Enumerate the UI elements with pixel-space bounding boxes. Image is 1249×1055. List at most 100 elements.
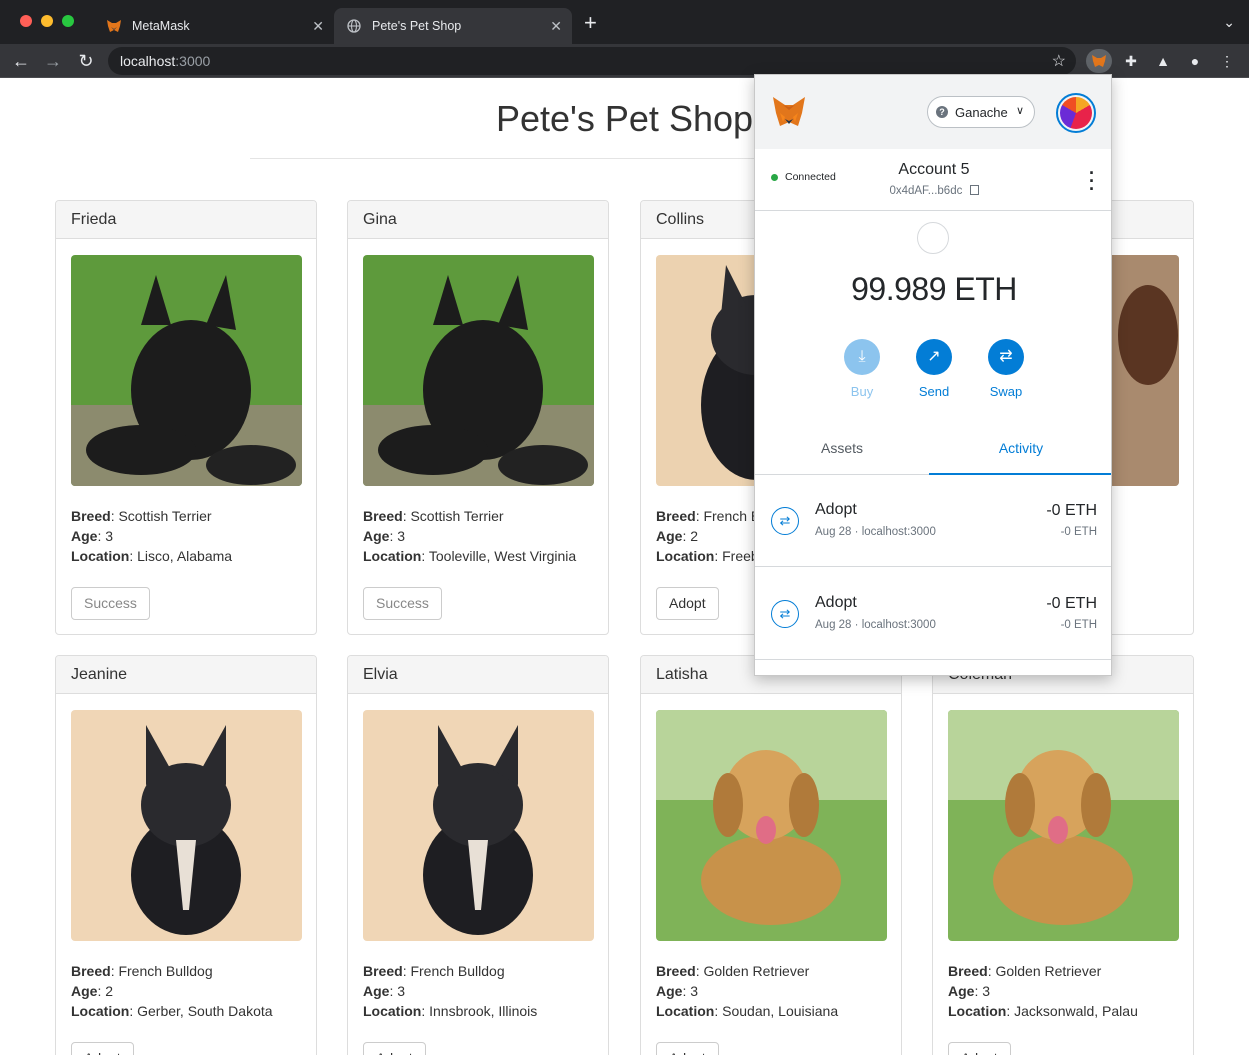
location-label: Location [656, 548, 715, 564]
location-value: Gerber, South Dakota [137, 1003, 273, 1019]
address-bar[interactable]: i localhost:3000 ☆ [108, 47, 1076, 366]
tab-title: Pete's Pet Shop [372, 19, 462, 33]
close-tab-icon[interactable]: ✕ [550, 18, 562, 34]
wallet-tabs: Assets Activity [755, 429, 1111, 475]
metamask-fox-icon [773, 97, 805, 126]
new-tab-plus-icon[interactable]: + [584, 12, 597, 34]
breed-label: Breed [363, 963, 403, 979]
location-label: Location [363, 548, 422, 564]
adopt-button[interactable]: Adopt [948, 1042, 1011, 1055]
send-button[interactable]: ↗ Send [909, 339, 959, 399]
activity-item[interactable]: ⇄ Adopt Aug 28 · localhost:3000 -0 ETH -… [755, 568, 1111, 660]
copy-icon [969, 185, 979, 195]
swap-icon: ⇄ [988, 339, 1024, 375]
adopt-button[interactable]: Adopt [363, 1042, 426, 1055]
maximize-window-button[interactable] [62, 15, 74, 27]
activity-amount-secondary: -0 ETH [1060, 526, 1097, 538]
account-address[interactable]: 0x4dAF...b6dc [755, 185, 1111, 197]
address-text: 0x4dAF...b6dc [889, 185, 963, 197]
tab-assets[interactable]: Assets [755, 429, 929, 475]
url-host: localhost [120, 53, 176, 69]
breed-label: Breed [71, 963, 111, 979]
pet-card: Latisha Breed: Golden Retriever Age: 3 L… [640, 655, 902, 1055]
browser-toolbar: ← → ↻ i localhost:3000 ☆ ✚ ▲ ● ⋮ [0, 44, 1249, 366]
minimize-window-button[interactable] [41, 15, 53, 27]
extensions-puzzle-icon[interactable]: ✚ [1118, 49, 1144, 73]
metamask-popup: ? Ganache ∨ Connected Account 5 0x4dAF..… [754, 74, 1112, 676]
metamask-fox-icon [106, 18, 122, 34]
metamask-header: ? Ganache ∨ [755, 75, 1111, 149]
adopt-button[interactable]: Success [363, 587, 442, 620]
location-label: Location [71, 548, 130, 564]
activity-title: Adopt [815, 594, 857, 611]
pet-card: Jeanine Breed: French Bulldog Age: 2 Loc… [55, 655, 317, 1055]
pet-card: Elvia Breed: French Bulldog Age: 3 Locat… [347, 655, 609, 1055]
adopt-button[interactable]: Adopt [656, 587, 719, 620]
tab-metamask[interactable]: MetaMask ✕ [94, 8, 334, 44]
adopt-button[interactable]: Adopt [71, 1042, 134, 1055]
tab-activity[interactable]: Activity [929, 429, 1111, 475]
swap-button[interactable]: ⇄ Swap [981, 339, 1031, 399]
forward-arrow-icon[interactable]: → [42, 50, 64, 72]
location-label: Location [656, 1003, 715, 1019]
pet-card: Gina Breed: Scottish Terrier Age: 3 Loca… [347, 200, 609, 635]
close-window-button[interactable] [20, 15, 32, 27]
close-tab-icon[interactable]: ✕ [312, 18, 324, 34]
activity-title: Adopt [815, 501, 857, 518]
pet-info: Breed: French B Age: 2 Location: Freeb [656, 508, 761, 564]
breed-value: Scottish Terrier [118, 508, 212, 524]
network-name: Ganache [955, 104, 1008, 120]
account-options-icon[interactable]: · · · [1089, 164, 1095, 198]
send-arrow-icon: ↗ [916, 339, 952, 375]
age-label: Age [656, 528, 683, 544]
breed-value: Golden Retriever [995, 963, 1102, 979]
location-value: Lisco, Alabama [137, 548, 233, 564]
age-value: 2 [690, 528, 699, 544]
bookmark-star-icon[interactable]: ☆ [1052, 51, 1066, 71]
pet-name: Frieda [56, 201, 316, 239]
question-icon: ? [936, 106, 948, 118]
tab-petes-pet-shop[interactable]: Pete's Pet Shop ✕ [334, 8, 572, 44]
tab-title: MetaMask [132, 19, 190, 33]
network-selector[interactable]: ? Ganache ∨ [927, 96, 1035, 128]
age-value: 3 [397, 983, 406, 999]
breed-label: Breed [656, 508, 696, 524]
tab-search-chevron-icon[interactable]: ⌄ [1223, 14, 1235, 31]
account-avatar[interactable] [1056, 93, 1096, 133]
metamask-extension-icon[interactable] [1086, 49, 1112, 73]
activity-item[interactable]: ⇄ Adopt Aug 28 · localhost:3000 -0 ETH -… [755, 475, 1111, 567]
reload-icon[interactable]: ↻ [75, 50, 97, 72]
age-label: Age [948, 983, 975, 999]
adopt-button[interactable]: Success [71, 587, 150, 620]
globe-icon [346, 18, 362, 34]
age-label: Age [71, 528, 98, 544]
account-bar: Connected Account 5 0x4dAF...b6dc · · · [755, 149, 1111, 211]
pet-card: Frieda Breed: Scottish Terrier Age: 3 Lo… [55, 200, 317, 635]
age-label: Age [71, 983, 98, 999]
pet-name: Gina [348, 201, 608, 239]
labs-flask-icon[interactable]: ▲ [1150, 49, 1176, 73]
activity-amount: -0 ETH [1046, 502, 1097, 519]
back-arrow-icon[interactable]: ← [10, 50, 32, 72]
activity-amount: -0 ETH [1046, 595, 1097, 612]
location-value: Innsbrook, Illinois [429, 1003, 538, 1019]
pet-info: Breed: Golden Retriever Age: 3 Location:… [948, 963, 1138, 1019]
breed-value: French Bulldog [118, 963, 213, 979]
location-label: Location [948, 1003, 1007, 1019]
pet-info: Breed: Golden Retriever Age: 3 Location:… [656, 963, 839, 1019]
french-bulldog-icon [363, 710, 594, 941]
buy-button[interactable]: ⤓ Buy [837, 339, 887, 399]
chevron-down-icon: ∨ [1015, 105, 1024, 117]
activity-meta: Aug 28 · localhost:3000 [815, 619, 936, 631]
breed-value: Scottish Terrier [410, 508, 504, 524]
location-label: Location [363, 1003, 422, 1019]
profile-icon[interactable]: ● [1182, 49, 1208, 73]
breed-value: French B [703, 508, 761, 524]
french-bulldog-icon [71, 710, 302, 941]
breed-label: Breed [656, 963, 696, 979]
token-identicon [917, 222, 949, 254]
more-menu-icon[interactable]: ⋮ [1214, 49, 1240, 73]
pet-name: Elvia [348, 656, 608, 694]
adopt-button[interactable]: Adopt [656, 1042, 719, 1055]
pet-info: Breed: French Bulldog Age: 2 Location: G… [71, 963, 273, 1019]
